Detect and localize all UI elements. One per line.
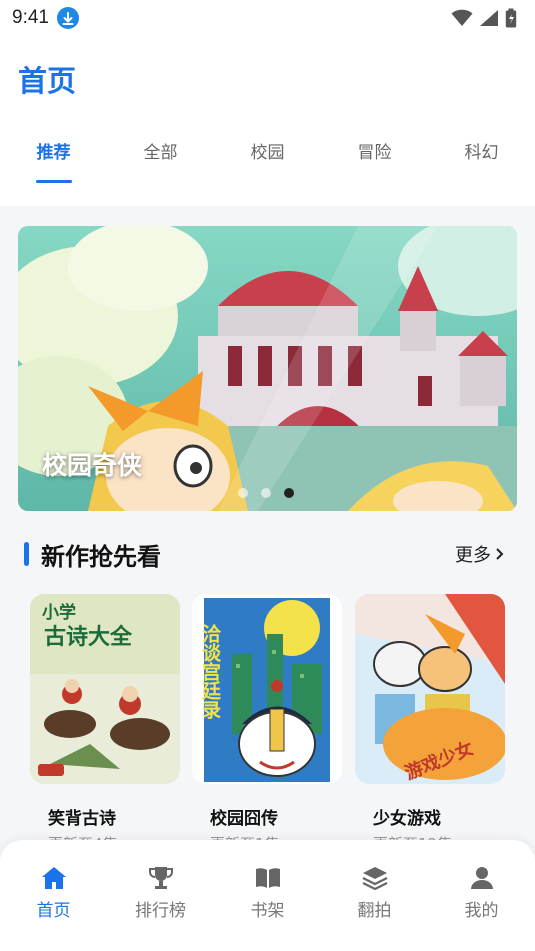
trophy-icon [148, 867, 173, 889]
tab-campus[interactable]: 校园 [214, 138, 321, 184]
layers-icon [362, 867, 387, 890]
cover-text-title: 洽谈宫廷录 [199, 623, 222, 720]
carousel-dot-active[interactable] [284, 488, 294, 498]
tab-all[interactable]: 全部 [107, 138, 214, 184]
tab-label: 全部 [143, 143, 178, 163]
comic-title: 少女游戏 [373, 809, 441, 829]
nav-label: 翻拍 [357, 901, 392, 921]
page-title: 首页 [18, 64, 77, 98]
bottom-navigation: 首页 排行榜 书架 翻拍 我的 [0, 840, 535, 951]
comic-cover: 小学 古诗大全 [30, 594, 180, 784]
chevron-right-icon [496, 548, 504, 560]
tab-adventure[interactable]: 冒险 [321, 138, 428, 184]
download-icon [56, 7, 79, 29]
carousel-dot[interactable] [261, 488, 271, 498]
tab-label: 科幻 [464, 143, 499, 163]
tab-scifi[interactable]: 科幻 [428, 138, 535, 184]
book-icon [255, 868, 280, 888]
comic-title: 笑背古诗 [48, 809, 116, 829]
nav-ranking[interactable]: 排行榜 [107, 840, 214, 951]
tab-recommended[interactable]: 推荐 [0, 138, 107, 184]
tab-label: 冒险 [357, 143, 392, 163]
more-button[interactable]: 更多 [455, 541, 505, 567]
nav-label: 首页 [36, 901, 71, 921]
status-right [451, 8, 517, 28]
comic-cover: 游戏少女 [355, 594, 505, 784]
status-time: 9:41 [12, 7, 49, 28]
banner-title: 校园奇侠 [42, 451, 143, 480]
tab-label: 校园 [250, 143, 285, 163]
comic-card[interactable]: 小学 古诗大全 笑背古诗 更新至4集 [30, 594, 180, 854]
nav-label: 书架 [250, 901, 285, 921]
section-title-group: 新作抢先看 [24, 537, 161, 572]
nav-label: 我的 [464, 901, 499, 921]
nav-home[interactable]: 首页 [0, 840, 107, 951]
section-accent-bar [24, 542, 29, 566]
new-releases-header: 新作抢先看 更多 [0, 532, 535, 576]
cover-text-title: 古诗大全 [44, 624, 133, 650]
cover-text-primary: 小学 [42, 602, 76, 623]
status-bar: 9:41 [0, 0, 535, 36]
carousel-indicator [238, 488, 294, 498]
comic-card[interactable]: 洽谈宫廷录 校园囧传 更新至1集 [192, 594, 342, 854]
banner-carousel[interactable]: 校园奇侠 [18, 226, 517, 511]
section-title: 新作抢先看 [41, 542, 161, 571]
signal-icon [480, 10, 498, 26]
comic-title: 校园囧传 [210, 809, 278, 829]
carousel-dot[interactable] [238, 488, 248, 498]
nav-profile[interactable]: 我的 [428, 840, 535, 951]
nav-remake[interactable]: 翻拍 [321, 840, 428, 951]
comic-cover: 洽谈宫廷录 [192, 594, 342, 784]
status-left: 9:41 [12, 7, 79, 29]
tab-label: 推荐 [36, 143, 71, 163]
home-icon [41, 867, 66, 889]
more-label: 更多 [455, 545, 491, 566]
nav-bookshelf[interactable]: 书架 [214, 840, 321, 951]
battery-icon [505, 8, 517, 28]
wifi-icon [451, 9, 473, 27]
user-icon [470, 867, 493, 889]
comic-card[interactable]: 游戏少女 少女游戏 更新至12集 [355, 594, 505, 854]
category-tabs: 推荐 全部 校园 冒险 科幻 [0, 138, 535, 184]
nav-label: 排行榜 [135, 901, 186, 921]
